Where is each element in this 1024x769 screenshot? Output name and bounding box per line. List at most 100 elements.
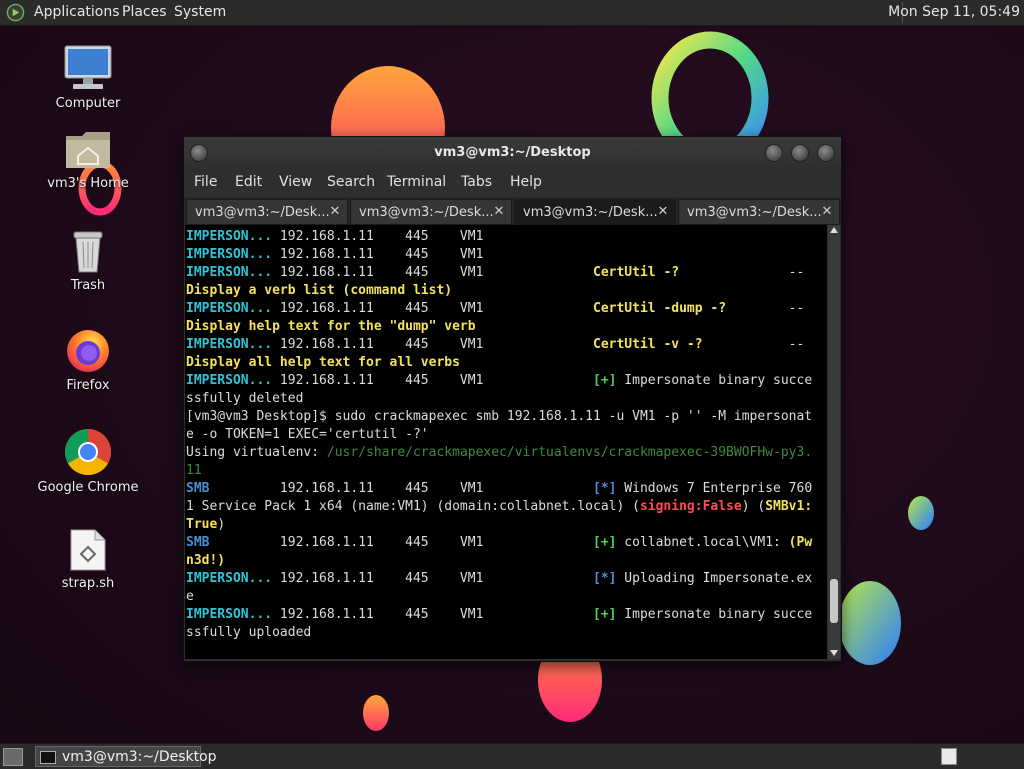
menu-edit[interactable]: Edit — [235, 174, 262, 190]
menu-help[interactable]: Help — [510, 174, 542, 190]
menu-terminal[interactable]: Terminal — [387, 174, 446, 190]
terminal-line: IMPERSON... 192.168.1.11 445 VM1 CertUti… — [186, 300, 812, 318]
bottom-panel: vm3@vm3:~/Desktop — [0, 743, 1024, 769]
terminal-segment: e — [186, 589, 194, 604]
window-titlebar[interactable]: vm3@vm3:~/Desktop — [184, 137, 841, 169]
terminal-segment: Display all help text for all verbs — [186, 355, 460, 370]
terminal-line: 11 — [186, 462, 812, 480]
close-tab-icon[interactable]: ✕ — [491, 204, 507, 220]
menu-system[interactable]: System — [174, 4, 226, 20]
terminal-segment: [*] — [593, 571, 617, 586]
terminal-segment: [*] — [593, 481, 617, 496]
desktop-icon-strap[interactable]: strap.sh — [33, 528, 143, 591]
tab-label: vm3@vm3:~/Desk... — [523, 205, 658, 220]
scroll-thumb[interactable] — [830, 579, 838, 624]
taskbar-terminal-button[interactable]: vm3@vm3:~/Desktop — [35, 746, 217, 767]
workspace-switcher[interactable] — [941, 748, 957, 765]
terminal-output[interactable]: IMPERSON... 192.168.1.11 445 VM1 IMPERSON… — [185, 225, 827, 659]
terminal-tabbar: vm3@vm3:~/Desk... ✕ vm3@vm3:~/Desk... ✕ … — [184, 197, 841, 225]
terminal-line: e -o TOKEN=1 EXEC='certutil -?' — [186, 426, 812, 444]
terminal-line: IMPERSON... 192.168.1.11 445 VM1 CertUti… — [186, 264, 812, 282]
terminal-segment: [+] — [593, 373, 617, 388]
terminal-tab-2[interactable]: vm3@vm3:~/Desk... ✕ — [350, 199, 512, 225]
distro-logo-icon[interactable] — [6, 3, 25, 22]
terminal-segment: ) — [217, 517, 226, 532]
terminal-segment: signing:False — [639, 499, 742, 514]
tab-label: vm3@vm3:~/Desk... — [195, 205, 330, 220]
terminal-segment: ssfully uploaded — [186, 625, 312, 640]
desktop-icon-chrome[interactable]: Google Chrome — [33, 428, 143, 495]
terminal-line: 1 Service Pack 1 x64 (name:VM1) (domain:… — [186, 498, 812, 516]
scroll-up-arrow-icon[interactable] — [830, 227, 838, 233]
terminal-segment: 192.168.1.11 445 VM1 — [209, 535, 593, 550]
terminal-segment: Display help text for the "dump" verb — [186, 319, 476, 334]
terminal-segment: SMBv1: — [765, 499, 813, 514]
firefox-icon — [67, 330, 109, 372]
terminal-line: e — [186, 588, 812, 606]
menu-tabs[interactable]: Tabs — [461, 174, 492, 190]
terminal-line: ssfully uploaded — [186, 624, 812, 642]
desktop-icon-label: strap.sh — [61, 576, 115, 591]
tab-label: vm3@vm3:~/Desk... — [359, 205, 494, 220]
chrome-icon — [65, 429, 111, 475]
computer-icon — [64, 45, 112, 89]
terminal-line: Display help text for the "dump" verb — [186, 318, 812, 336]
close-tab-icon[interactable]: ✕ — [819, 204, 835, 220]
terminal-segment: IMPERSON... — [186, 571, 273, 586]
desktop-icon-trash[interactable]: Trash — [33, 230, 143, 293]
terminal-segment: /usr/share/crackmapexec/virtualenvs/crac… — [326, 445, 813, 460]
terminal-segment: True — [186, 517, 218, 532]
terminal-segment: SMB — [186, 535, 210, 550]
desktop-icon-label: Google Chrome — [37, 480, 139, 495]
terminal-tab-4[interactable]: vm3@vm3:~/Desk... ✕ — [678, 199, 840, 225]
terminal-segment: 192.168.1.11 445 VM1 — [272, 265, 593, 280]
scroll-down-arrow-icon[interactable] — [830, 650, 838, 656]
terminal-segment: (Pw — [788, 535, 813, 550]
desktop-icon-label: Computer — [55, 96, 121, 111]
terminal-line: Display all help text for all verbs — [186, 354, 812, 372]
terminal-segment: 11 — [186, 463, 202, 478]
terminal-line: Display a verb list (command list) — [186, 282, 812, 300]
terminal-segment: n3d!) — [186, 553, 226, 568]
terminal-segment: Windows 7 Enterprise 760 — [616, 481, 813, 496]
close-tab-icon[interactable]: ✕ — [655, 204, 671, 220]
terminal-segment: -- — [702, 337, 805, 352]
clock[interactable]: Mon Sep 11, 05:49 — [888, 4, 1020, 20]
desktop-icon-computer[interactable]: Computer — [33, 44, 143, 111]
terminal-tab-1[interactable]: vm3@vm3:~/Desk... ✕ — [186, 199, 348, 225]
terminal-segment: 192.168.1.11 445 VM1 — [272, 337, 593, 352]
terminal-segment: [vm3@vm3 Desktop]$ sudo crackmapexec smb… — [186, 409, 813, 424]
terminal-tab-3[interactable]: vm3@vm3:~/Desk... ✕ — [514, 199, 676, 225]
menu-view[interactable]: View — [279, 174, 312, 190]
terminal-segment: SMB — [186, 481, 210, 496]
home-folder-icon — [66, 132, 110, 168]
terminal-segment: IMPERSON... — [186, 301, 273, 316]
terminal-segment: IMPERSON... — [186, 607, 273, 622]
terminal-segment: 192.168.1.11 445 VM1 — [272, 607, 593, 622]
desktop-icon-label: vm3's Home — [47, 176, 129, 191]
terminal-line: IMPERSON... 192.168.1.11 445 VM1 [+] Imp… — [186, 606, 812, 624]
taskbar-label: vm3@vm3:~/Desktop — [62, 749, 217, 765]
terminal-segment: 192.168.1.11 445 VM1 — [209, 481, 593, 496]
terminal-segment: IMPERSON... — [186, 247, 273, 262]
terminal-segment: Impersonate binary succe — [616, 607, 813, 622]
close-tab-icon[interactable]: ✕ — [327, 204, 343, 220]
terminal-segment: 1 Service Pack 1 x64 (name:VM1) (domain:… — [186, 499, 640, 514]
terminal-segment: 192.168.1.11 445 VM1 — [272, 571, 593, 586]
terminal-scrollbar[interactable] — [828, 225, 840, 659]
menu-search[interactable]: Search — [327, 174, 375, 190]
terminal-segment: [+] — [593, 607, 617, 622]
minimize-button[interactable] — [765, 144, 783, 162]
menu-applications[interactable]: Applications — [34, 4, 120, 20]
terminal-segment: ) ( — [741, 499, 766, 514]
maximize-button[interactable] — [791, 144, 809, 162]
close-window-button[interactable] — [817, 144, 835, 162]
tab-label: vm3@vm3:~/Desk... — [687, 205, 822, 220]
menu-places[interactable]: Places — [122, 4, 167, 20]
terminal-window: vm3@vm3:~/Desktop File Edit View Search … — [183, 136, 842, 662]
desktop-icon-home[interactable]: vm3's Home — [33, 128, 143, 191]
terminal-segment: e -o TOKEN=1 EXEC='certutil -?' — [186, 427, 429, 442]
desktop-icon-firefox[interactable]: Firefox — [33, 326, 143, 393]
menu-file[interactable]: File — [194, 174, 217, 190]
show-desktop-icon[interactable] — [3, 748, 23, 766]
